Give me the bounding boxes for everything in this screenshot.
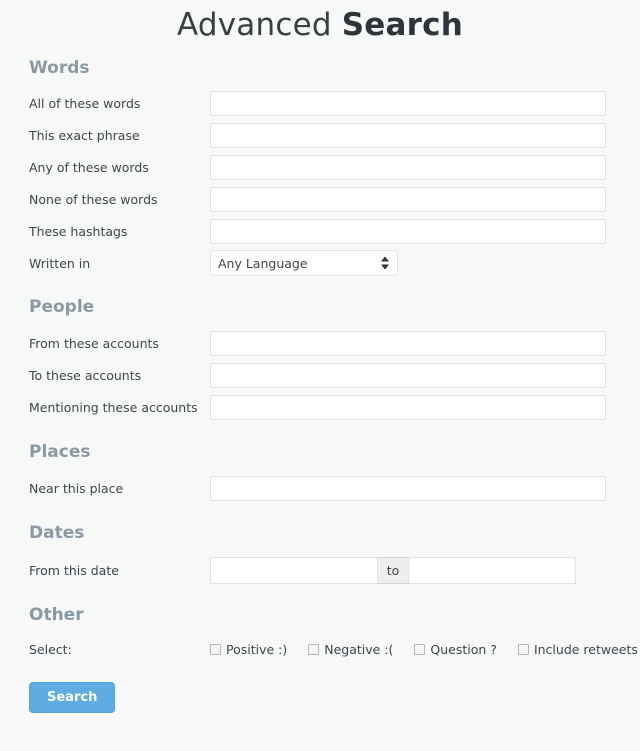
input-any-of-these-words[interactable]: [210, 154, 606, 180]
language-select-wrapper: Any Language: [210, 250, 398, 276]
input-all-of-these-words[interactable]: [210, 90, 606, 116]
input-near-this-place[interactable]: [210, 475, 606, 501]
field-area: to: [210, 556, 640, 584]
dates-rows: From this date to: [0, 543, 640, 586]
checkbox-icon[interactable]: [517, 643, 529, 655]
form-row-written-in: Written in Any Language: [0, 247, 640, 279]
select-written-in[interactable]: Any Language: [210, 250, 398, 276]
label-all-of-these-words: All of these words: [29, 95, 141, 111]
form-row-none-of-these-words: None of these words: [0, 183, 640, 215]
checkbox-icon[interactable]: [210, 643, 221, 655]
label-select: Select:: [29, 641, 72, 657]
label-mentioning-these-accounts: Mentioning these accounts: [29, 399, 198, 415]
form-row-near-this-place: Near this place: [0, 472, 640, 504]
label-any-of-these-words: Any of these words: [29, 159, 149, 175]
advanced-search-page: Advanced Search Words All of these words…: [0, 0, 640, 751]
input-to-these-accounts[interactable]: [210, 362, 606, 388]
field-area: [210, 330, 640, 356]
dates-section: Dates: [0, 504, 640, 543]
field-area: [210, 90, 640, 116]
checkbox-group: Positive :) Negative :( Question ? Inclu…: [210, 642, 638, 657]
label-none-of-these-words: None of these words: [29, 191, 158, 207]
label-written-in: Written in: [29, 255, 91, 271]
checkbox-item-include-retweets[interactable]: Include retweets: [517, 641, 638, 657]
people-section: People: [0, 279, 640, 317]
field-area: Positive :) Negative :( Question ? Inclu…: [210, 642, 640, 657]
field-area: [210, 218, 640, 244]
field-area: [210, 186, 640, 212]
form-row-mentioning-these-accounts: Mentioning these accounts: [0, 391, 640, 423]
input-from-these-accounts[interactable]: [210, 330, 606, 356]
field-area: Any Language: [210, 250, 640, 276]
checkbox-icon[interactable]: [308, 643, 320, 655]
date-range-group: to: [210, 556, 576, 584]
other-rows: Select: Positive :) Negative :( Question…: [0, 625, 640, 665]
section-heading-words: Words: [29, 58, 90, 78]
form-row-select-options: Select: Positive :) Negative :( Question…: [0, 633, 640, 665]
section-heading-dates: Dates: [29, 523, 85, 543]
search-button[interactable]: Search: [29, 682, 116, 713]
field-area: [210, 122, 640, 148]
form-row-from-this-date: From this date to: [0, 554, 640, 586]
checkbox-label-negative: Negative :(: [324, 641, 394, 657]
input-mentioning-these-accounts[interactable]: [210, 394, 606, 420]
form-row-any-of-these-words: Any of these words: [0, 151, 640, 183]
form-row-from-these-accounts: From these accounts: [0, 327, 640, 359]
input-none-of-these-words[interactable]: [210, 186, 606, 212]
people-rows: From these accounts To these accounts Me…: [0, 317, 640, 423]
words-section: Words: [0, 41, 640, 78]
checkbox-item-negative[interactable]: Negative :(: [308, 642, 393, 657]
label-from-this-date: From this date: [29, 562, 119, 578]
input-these-hashtags[interactable]: [210, 218, 606, 244]
submit-area: Search: [0, 665, 640, 713]
page-title: Advanced Search: [0, 0, 640, 41]
field-area: [210, 154, 640, 180]
label-these-hashtags: These hashtags: [29, 223, 128, 239]
field-area: [210, 362, 640, 388]
checkbox-label-question: Question ?: [430, 641, 497, 657]
input-date-from[interactable]: [210, 556, 378, 584]
input-date-to[interactable]: [408, 556, 576, 584]
other-section: Other: [0, 586, 640, 625]
places-section: Places: [0, 423, 640, 462]
label-near-this-place: Near this place: [29, 480, 124, 496]
section-heading-places: Places: [29, 442, 91, 462]
section-heading-other: Other: [29, 605, 84, 625]
label-this-exact-phrase: This exact phrase: [29, 127, 140, 143]
checkbox-icon[interactable]: [414, 643, 426, 655]
form-row-to-these-accounts: To these accounts: [0, 359, 640, 391]
label-from-these-accounts: From these accounts: [29, 335, 159, 351]
words-rows: All of these words This exact phrase Any…: [0, 78, 640, 279]
checkbox-item-positive[interactable]: Positive :): [210, 642, 287, 657]
checkbox-label-include-retweets: Include retweets: [533, 641, 638, 657]
checkbox-item-question[interactable]: Question ?: [414, 642, 497, 657]
field-area: [210, 475, 640, 501]
page-title-strong: Search: [341, 7, 463, 43]
page-title-light: Advanced: [177, 7, 342, 43]
input-this-exact-phrase[interactable]: [210, 122, 606, 148]
date-range-separator: to: [378, 556, 408, 584]
form-row-all-of-these-words: All of these words: [0, 87, 640, 119]
form-row-this-exact-phrase: This exact phrase: [0, 119, 640, 151]
places-rows: Near this place: [0, 462, 640, 504]
label-to-these-accounts: To these accounts: [29, 367, 142, 383]
checkbox-label-positive: Positive :): [226, 641, 288, 657]
section-heading-people: People: [29, 297, 95, 317]
field-area: [210, 394, 640, 420]
form-row-these-hashtags: These hashtags: [0, 215, 640, 247]
